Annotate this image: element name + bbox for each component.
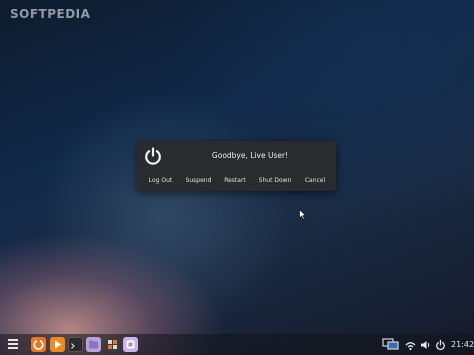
software-store-icon[interactable] <box>123 337 138 352</box>
firefox-icon[interactable] <box>31 337 46 352</box>
power-settings-icon[interactable] <box>435 339 446 351</box>
watermark-text: SOFTPEDIA <box>10 7 91 21</box>
desktop-background: SOFTPEDIA Goodbye, Live User! Log Out Su… <box>0 0 474 355</box>
network-icon[interactable] <box>382 338 399 351</box>
hamburger-menu-icon[interactable] <box>8 339 18 349</box>
restart-button[interactable]: Restart <box>221 175 249 187</box>
terminal-icon[interactable] <box>68 337 83 352</box>
volume-icon[interactable] <box>420 339 431 351</box>
log-out-button[interactable]: Log Out <box>145 175 176 187</box>
suspend-button[interactable]: Suspend <box>183 175 214 187</box>
power-icon <box>145 147 161 165</box>
panel-clock[interactable]: 21:42 <box>451 340 474 349</box>
shut-down-button[interactable]: Shut Down <box>257 175 293 187</box>
media-player-icon[interactable] <box>50 337 65 352</box>
mouse-cursor-icon <box>299 209 307 220</box>
wifi-icon[interactable] <box>405 339 416 351</box>
system-monitor-icon[interactable] <box>105 337 120 352</box>
cancel-button[interactable]: Cancel <box>301 175 329 187</box>
files-icon[interactable] <box>86 337 101 352</box>
dialog-message: Goodbye, Live User! <box>211 151 289 160</box>
